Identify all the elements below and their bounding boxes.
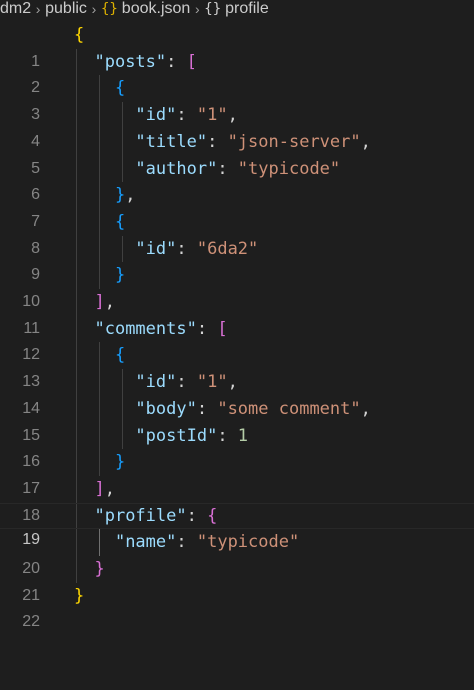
code-text: "id": "1", bbox=[135, 105, 238, 126]
code-line[interactable]: 20 "name": "typicode" bbox=[0, 529, 474, 577]
code-line[interactable]: 2 "posts": [ bbox=[0, 49, 474, 97]
chevron-right-icon: › bbox=[91, 1, 97, 17]
line-number: 22 bbox=[22, 613, 40, 631]
code-text: } bbox=[114, 452, 126, 473]
code-line[interactable]: 1 { bbox=[0, 22, 474, 70]
breadcrumb: dm2 › public › {} book.json › {} profile bbox=[0, 0, 474, 18]
json-object-icon: {} bbox=[204, 1, 222, 17]
code-line[interactable]: 21 } bbox=[0, 556, 474, 604]
breadcrumb-item-profile[interactable]: profile bbox=[225, 0, 269, 18]
code-text: ], bbox=[94, 478, 115, 499]
code-line[interactable]: 5 "title": "json-server", bbox=[0, 129, 474, 177]
code-line[interactable]: 14 "id": "1", bbox=[0, 369, 474, 417]
code-text: "body": "some comment", bbox=[135, 398, 371, 419]
code-line[interactable]: 8 { bbox=[0, 209, 474, 257]
code-line[interactable]: 11 ], bbox=[0, 289, 474, 337]
code-text: { bbox=[114, 211, 126, 232]
code-text: } bbox=[114, 265, 126, 286]
json-file-icon: {} bbox=[100, 1, 118, 17]
code-line[interactable]: 10 } bbox=[0, 262, 474, 310]
code-line[interactable]: 18 ], bbox=[0, 476, 474, 524]
code-line[interactable]: 17 } bbox=[0, 449, 474, 497]
breadcrumb-item-public[interactable]: public bbox=[45, 0, 87, 18]
code-text: "title": "json-server", bbox=[135, 131, 371, 152]
code-line[interactable]: 13 { bbox=[0, 342, 474, 390]
code-line[interactable]: 9 "id": "6da2" bbox=[0, 236, 474, 284]
code-text: { bbox=[114, 78, 126, 99]
code-text: } bbox=[74, 585, 85, 606]
chevron-right-icon: › bbox=[194, 1, 200, 17]
code-line[interactable]: 7 }, bbox=[0, 182, 474, 230]
code-text: ], bbox=[94, 292, 115, 312]
chevron-right-icon: › bbox=[35, 1, 41, 17]
code-line[interactable]: 12 "comments": [ bbox=[0, 316, 474, 364]
code-line[interactable]: 4 "id": "1", bbox=[0, 102, 474, 150]
code-text: "id": "6da2" bbox=[135, 238, 259, 259]
code-text: "author": "typicode" bbox=[135, 158, 341, 179]
code-text: "posts": [ bbox=[94, 51, 197, 72]
code-line[interactable]: 15 "body": "some comment", bbox=[0, 396, 474, 444]
code-line[interactable]: 3 { bbox=[0, 75, 474, 123]
code-text: { bbox=[74, 25, 85, 45]
code-text: "profile": { bbox=[94, 505, 218, 526]
code-text: "comments": [ bbox=[94, 318, 228, 339]
breadcrumb-item-dm2[interactable]: dm2 bbox=[0, 0, 31, 18]
code-text: { bbox=[114, 345, 126, 366]
code-line[interactable]: 16 "postId": 1 bbox=[0, 423, 474, 471]
code-line[interactable]: 6 "author": "typicode" bbox=[0, 156, 474, 204]
code-text: "id": "1", bbox=[135, 372, 238, 393]
breadcrumb-item-book-json[interactable]: book.json bbox=[122, 0, 191, 18]
code-line-current[interactable]: 19 "profile": { bbox=[0, 502, 474, 548]
code-line[interactable]: 22 } bbox=[0, 583, 474, 631]
code-text: "postId": 1 bbox=[135, 425, 249, 446]
code-text: "name": "typicode" bbox=[114, 532, 300, 553]
code-text: }, bbox=[114, 185, 136, 206]
code-text: } bbox=[94, 559, 105, 579]
